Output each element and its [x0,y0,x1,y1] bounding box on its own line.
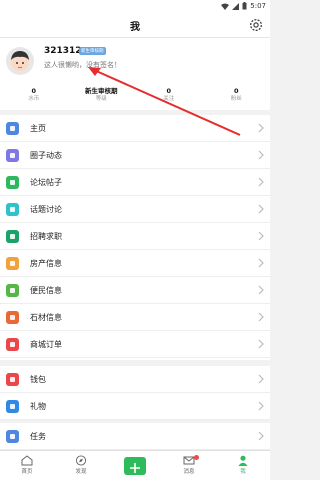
menu-item[interactable]: 礼物 [0,393,270,420]
chevron-right-icon [258,312,264,322]
menu-group-wallet: 钱包 礼物 [0,366,270,420]
username: 321312 [44,46,82,56]
compass-icon [75,455,87,466]
menu-item-label: 便民信息 [30,286,62,295]
battery-icon [242,2,247,10]
status-icons: 5:07 [221,0,266,12]
chat-bubble-icon [6,176,19,189]
page-title: 我 [130,22,140,33]
house-icon [6,257,19,270]
stat-value: 0 [233,87,239,95]
tab-home[interactable]: 首页 [0,451,54,480]
menu-item[interactable]: 钱包 [0,366,270,393]
chevron-right-icon [258,431,264,441]
menu-item-label: 论坛帖子 [30,178,62,187]
tab-label: 首页 [21,469,33,475]
service-icon [6,284,19,297]
avatar-face-icon [11,51,29,71]
stat-label: 关注 [163,96,175,102]
menu-item[interactable]: 圈子动态 [0,142,270,169]
menu-item[interactable]: 便民信息 [0,277,270,304]
menu-item[interactable]: 商城订单 [0,331,270,358]
plus-icon [124,457,146,475]
circle-icon [6,149,19,162]
stone-icon [6,311,19,324]
stat-coins[interactable]: 0 水币 [0,87,68,107]
stat-label: 水币 [28,96,40,102]
task-icon [6,430,19,443]
menu-group-task: 任务 [0,423,270,450]
menu-item-label: 商城订单 [30,340,62,349]
signal-icon [232,2,240,10]
chevron-right-icon [258,285,264,295]
home-icon [21,455,33,466]
topic-icon [6,203,19,216]
menu-item[interactable]: 石材信息 [0,304,270,331]
recruit-icon [6,230,19,243]
stat-following[interactable]: 0 关注 [135,87,203,107]
order-icon [6,338,19,351]
menu-item-label: 任务 [30,432,46,441]
person-icon [238,455,248,466]
wifi-icon [221,3,230,10]
chevron-right-icon [258,258,264,268]
chevron-right-icon [258,401,264,411]
menu-item-label: 话题讨论 [30,205,62,214]
menu-item[interactable]: 房产信息 [0,250,270,277]
unread-dot-icon [194,455,200,460]
menu-item-label: 圈子动态 [30,151,62,160]
menu-item[interactable]: 招聘求职 [0,223,270,250]
menu-item-label: 钱包 [30,375,46,384]
chevron-right-icon [258,177,264,187]
stat-value: 新生审核期 [85,87,118,95]
title-bar: 我 [0,12,270,38]
menu-item-label: 招聘求职 [30,232,62,241]
menu-group-main: 主页圈子动态论坛帖子话题讨论招聘求职房产信息便民信息石材信息商城订单 [0,115,270,360]
avatar[interactable] [6,47,34,75]
wallet-icon [6,373,19,386]
menu-item-label: 主页 [30,124,46,133]
level-badge: 新生审核期 [79,47,106,55]
chevron-right-icon [258,339,264,349]
profile-stats: 0 水币 新生审核期 等级 0 关注 0 粉丝 [0,87,270,107]
tab-label: 我 [240,469,246,475]
stat-value: 0 [31,87,37,95]
settings-gear-icon[interactable] [248,17,264,33]
signature: 这人很懒哟，没有签名！ [44,61,121,69]
stat-value: 0 [166,87,172,95]
stat-fans[interactable]: 0 粉丝 [203,87,271,107]
tab-label: 消息 [183,469,195,475]
chevron-right-icon [258,231,264,241]
profile-card[interactable]: 321312 新生审核期 这人很懒哟，没有签名！ 0 水币 新生审核期 等级 0… [0,38,270,110]
chevron-right-icon [258,374,264,384]
stat-level[interactable]: 新生审核期 等级 [68,87,136,107]
menu-item-label: 礼物 [30,402,46,411]
chevron-right-icon [258,123,264,133]
tab-messages[interactable]: 消息 [162,451,216,480]
chevron-right-icon [258,204,264,214]
menu-item[interactable]: 主页 [0,115,270,142]
mail-icon [183,456,195,465]
menu-item-label: 房产信息 [30,259,62,268]
tab-me[interactable]: 我 [216,451,270,480]
menu-item[interactable]: 话题讨论 [0,196,270,223]
menu-item[interactable]: 论坛帖子 [0,169,270,196]
chevron-right-icon [258,150,264,160]
tab-discover[interactable]: 发现 [54,451,108,480]
stat-label: 粉丝 [230,96,242,102]
menu-item-label: 石材信息 [30,313,62,322]
tab-label: 发现 [75,469,87,475]
bottom-tab-bar: 首页 发现 消息 我 [0,450,270,480]
status-bar: 5:07 [0,0,270,12]
stat-label: 等级 [95,96,107,102]
tab-publish[interactable] [108,451,162,480]
menu-item[interactable]: 任务 [0,423,270,450]
status-time: 5:07 [250,2,266,10]
gift-icon [6,400,19,413]
home-page-icon [6,122,19,135]
